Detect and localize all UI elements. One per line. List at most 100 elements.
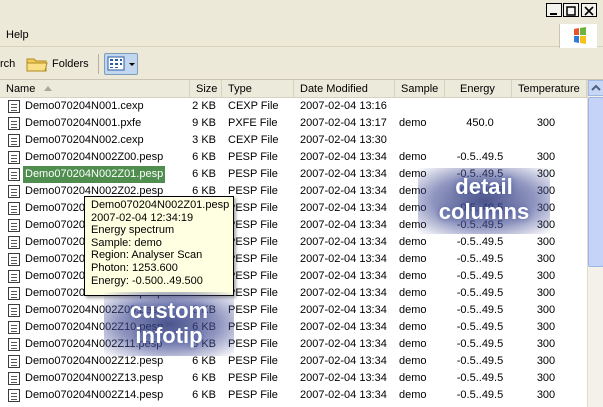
file-type-cell: PESP File: [228, 219, 278, 231]
file-name-label: Demo070204N001.cexp: [25, 100, 144, 112]
file-size-cell: 2 KB: [192, 100, 216, 112]
date-modified-cell: 2007-02-04 13:34: [300, 389, 387, 401]
sample-cell: demo: [399, 321, 427, 333]
sample-cell: demo: [399, 117, 427, 129]
file-type-cell: PESP File: [228, 270, 278, 282]
file-icon: [8, 134, 20, 147]
views-button[interactable]: [104, 53, 138, 75]
temperature-cell: 300: [536, 355, 556, 367]
sample-cell: demo: [399, 287, 427, 299]
file-name-label: Demo070204N002Z13.pesp: [25, 372, 164, 384]
file-icon: [8, 389, 20, 402]
views-icon: [107, 56, 135, 71]
maximize-icon: [566, 6, 576, 16]
maximize-button[interactable]: [563, 3, 579, 17]
file-name-cell: Demo070204N002Z01.pesp: [5, 166, 185, 183]
sample-cell: [399, 132, 439, 149]
column-energy-label: Energy: [460, 83, 495, 95]
file-icon: [8, 185, 20, 198]
column-header-sample[interactable]: Sample: [395, 80, 445, 98]
date-modified-cell: 2007-02-04 13:34: [300, 151, 387, 163]
column-header-temperature[interactable]: Temperature: [512, 80, 587, 98]
energy-cell: -0.5..49.5: [456, 304, 504, 316]
energy-cell: -0.5..49.5: [456, 321, 504, 333]
energy-cell: 450.0: [466, 117, 494, 129]
infotip-line: Energy spectrum: [91, 224, 175, 237]
file-type-cell: PESP File: [228, 253, 278, 265]
sample-cell: demo: [399, 355, 427, 367]
search-button[interactable]: rch: [0, 58, 15, 70]
folders-label: Folders: [52, 58, 89, 70]
table-row[interactable]: Demo070204N001.cexp 2 KB CEXP File 2007-02-…: [0, 98, 587, 115]
date-modified-cell: 2007-02-04 13:30: [300, 134, 387, 146]
file-name-cell: Demo070204N002Z14.pesp: [5, 387, 185, 404]
file-icon: [8, 253, 20, 266]
sample-cell: demo: [399, 253, 427, 265]
temperature-cell: 300: [536, 117, 556, 129]
folders-button[interactable]: Folders: [26, 52, 89, 76]
table-row[interactable]: Demo070204N002Z10.pesp6 KBPESP File2007-…: [0, 319, 587, 336]
infotip-line: Energy: -0.500..49.500: [91, 274, 203, 287]
file-name-cell: Demo070204N002.cexp: [5, 132, 185, 149]
column-header-size[interactable]: Size: [190, 80, 222, 98]
date-modified-cell: 2007-02-04 13:34: [300, 270, 387, 282]
temperature-cell: 300: [536, 338, 556, 350]
file-type-cell: PESP File: [228, 236, 278, 248]
minimize-button[interactable]: [546, 3, 562, 17]
infotip-line: Sample: demo: [91, 236, 162, 249]
table-row[interactable]: Demo070204N002Z14.pesp 6 KB PESP File 2007-…: [0, 387, 587, 404]
date-modified-cell: 2007-02-04 13:34: [300, 355, 387, 367]
column-temperature-label: Temperature: [518, 83, 580, 95]
energy-cell: [450, 98, 510, 115]
energy-cell: -0.5..49.5: [456, 253, 504, 265]
table-row[interactable]: Demo070204N002Z09.pesp6 KBPESP File2007-…: [0, 302, 587, 319]
table-row[interactable]: Demo070204N002Z11.pesp6 KBPESP File2007-…: [0, 336, 587, 353]
column-sample-label: Sample: [401, 83, 439, 95]
file-icon: [8, 100, 20, 113]
infotip-line: Photon: 1253.600: [91, 261, 178, 274]
sample-cell: demo: [399, 304, 427, 316]
file-size-cell: 3 KB: [192, 134, 216, 146]
file-name-label: Demo070204N002Z01.pesp: [23, 166, 166, 183]
energy-cell: -0.5..49.5: [456, 151, 504, 163]
file-name-cell: Demo070204N001.cexp: [5, 98, 185, 115]
scrollbar-thumb[interactable]: [588, 97, 603, 267]
caption-custom-line2: infotip: [135, 323, 203, 348]
file-type-cell: PESP File: [228, 185, 278, 197]
temperature-cell: [515, 132, 577, 149]
file-type-cell: CEXP File: [228, 100, 279, 112]
energy-cell: -0.5..49.5: [456, 270, 504, 282]
table-row[interactable]: Demo070204N002.cexp 3 KB CEXP File 2007-02-…: [0, 132, 587, 149]
file-icon: [8, 168, 20, 181]
file-icon: [8, 270, 20, 283]
table-row[interactable]: Demo070204N001.pxfe 9 KB PXFE File 2007-02-…: [0, 115, 587, 132]
column-header-date-modified[interactable]: Date Modified: [294, 80, 395, 98]
chevron-down-icon: [129, 63, 135, 66]
file-icon: [8, 321, 20, 334]
table-row[interactable]: Demo070204N002Z12.pesp 6 KB PESP File 2007-…: [0, 353, 587, 370]
file-type-cell: PESP File: [228, 168, 278, 180]
column-size-label: Size: [196, 83, 218, 95]
detail-columns-caption: detail columns: [418, 168, 550, 234]
temperature-cell: 300: [536, 287, 556, 299]
close-button[interactable]: [581, 3, 597, 17]
sort-ascending-icon: [44, 86, 52, 91]
table-row[interactable]: Demo070204N002Z13.pesp 6 KB PESP File 2007-…: [0, 370, 587, 387]
temperature-cell: 300: [536, 270, 556, 282]
menu-help[interactable]: Help: [6, 29, 29, 41]
scroll-up-button[interactable]: [588, 80, 603, 96]
column-name-label: Name: [6, 83, 36, 95]
column-header-type[interactable]: Type: [222, 80, 294, 98]
folder-icon: [26, 58, 48, 72]
file-icon: [8, 151, 20, 164]
table-row[interactable]: Demo070204N002Z00.pesp 6 KB PESP File 2007-…: [0, 149, 587, 166]
file-type-cell: CEXP File: [228, 134, 279, 146]
date-modified-cell: 2007-02-04 13:34: [300, 253, 387, 265]
file-type-cell: PESP File: [228, 321, 278, 333]
vertical-scrollbar[interactable]: [587, 80, 603, 407]
date-modified-cell: 2007-02-04 13:34: [300, 185, 387, 197]
column-header-name[interactable]: Name: [0, 80, 190, 98]
file-name-cell: Demo070204N002Z00.pesp: [5, 149, 185, 166]
file-name-label: Demo070204N002Z00.pesp: [25, 151, 164, 163]
column-header-energy[interactable]: Energy: [445, 80, 512, 98]
